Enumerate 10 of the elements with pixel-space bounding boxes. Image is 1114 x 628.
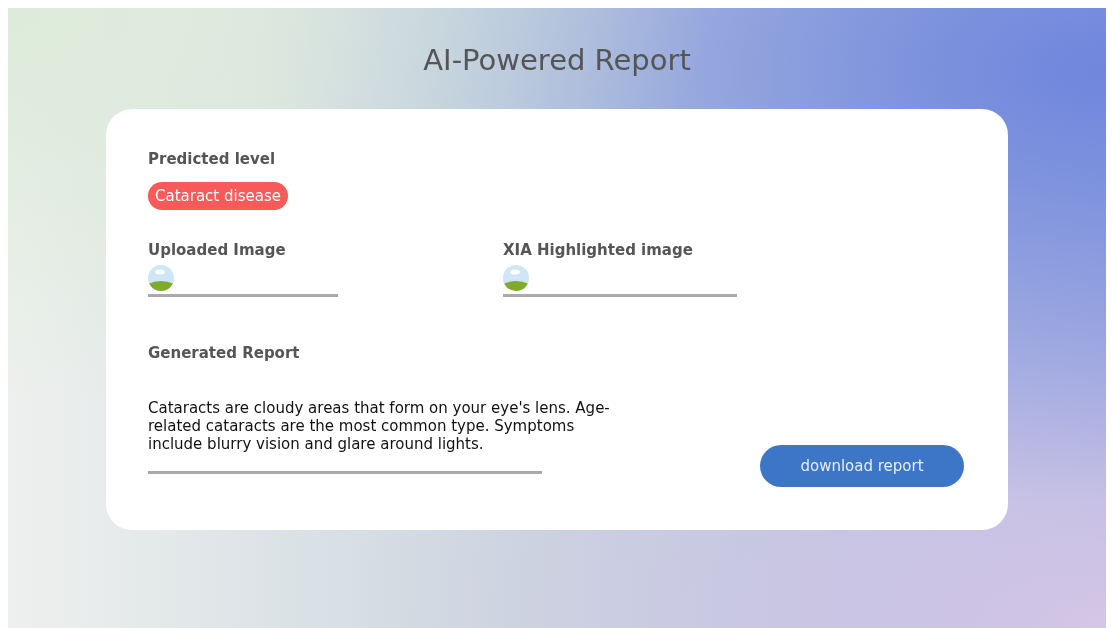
section-label: Generated Report <box>148 343 301 363</box>
image-placeholder-icon <box>148 264 174 292</box>
download-button[interactable]: download report <box>760 445 964 487</box>
section-label: Uploaded Image <box>148 240 287 260</box>
section-label: XIA Highlighted image <box>503 240 694 260</box>
report-text: Cataracts are cloudy areas that form on your eye's lens. Age-related cataracts are the most common type. Symptoms include blurry vision and glare around lights. <box>148 399 611 453</box>
prediction-badge: Cataract disease <box>148 182 288 210</box>
section-label: Predicted level <box>148 149 277 169</box>
page-title: AI-Powered Report <box>423 42 691 78</box>
image-placeholder-icon <box>503 264 529 292</box>
